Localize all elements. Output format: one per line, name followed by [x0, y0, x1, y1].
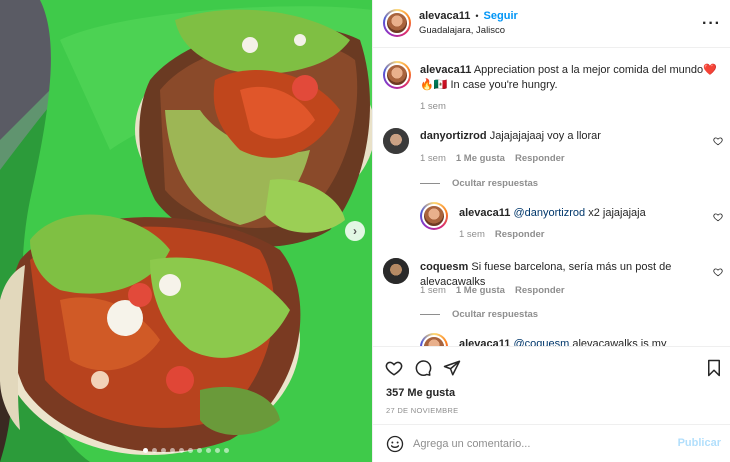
comment-icon[interactable] — [414, 359, 432, 377]
hide-replies-label: Ocultar respuestas — [452, 309, 539, 320]
carousel-dot — [143, 448, 148, 453]
caption-meta: 1 sem — [420, 101, 446, 112]
author-username[interactable]: alevaca11 — [419, 10, 470, 22]
comment-like-heart-icon[interactable] — [713, 267, 723, 277]
reply-avatar[interactable] — [420, 202, 448, 230]
caption-text: alevaca11 Appreciation post a la mejor c… — [420, 63, 720, 93]
comments-list[interactable]: alevaca11 Appreciation post a la mejor c… — [373, 49, 730, 346]
publish-button[interactable]: Publicar — [678, 437, 721, 449]
reply-avatar[interactable] — [420, 333, 448, 346]
comment-likes[interactable]: 1 Me gusta — [456, 153, 505, 164]
comment-time[interactable]: 1 sem — [420, 153, 446, 164]
post-details-panel: alevaca11 • Seguir Guadalajara, Jalisco … — [372, 0, 730, 462]
reply-username[interactable]: alevaca11 — [459, 338, 510, 346]
caption-username[interactable]: alevaca11 — [420, 64, 471, 76]
carousel-dot — [215, 448, 220, 453]
likes-count[interactable]: 357 Me gusta — [386, 387, 455, 399]
comment-meta: 1 sem 1 Me gusta Responder — [420, 285, 565, 296]
comment-time[interactable]: 1 sem — [420, 285, 446, 296]
comment-username[interactable]: coquesm — [420, 261, 468, 273]
reply-text: alevaca11 @coquesm alevacawalks is my — [459, 337, 699, 346]
reply-like-heart-icon[interactable] — [713, 212, 723, 222]
reply-body: x2 jajajajaja — [585, 207, 646, 219]
hide-replies-button[interactable]: Ocultar respuestas — [420, 178, 538, 189]
divider-line — [420, 314, 440, 315]
carousel-dot — [161, 448, 166, 453]
reply-button[interactable]: Responder — [515, 285, 565, 296]
author-avatar[interactable] — [383, 9, 411, 37]
comment-input[interactable] — [413, 436, 663, 452]
caption-avatar[interactable] — [383, 61, 411, 89]
post-location[interactable]: Guadalajara, Jalisco — [419, 25, 505, 36]
reply-body: alevacawalks is my — [569, 338, 667, 346]
post-media[interactable]: › — [0, 0, 372, 462]
carousel-dot — [224, 448, 229, 453]
reply-button[interactable]: Responder — [495, 229, 545, 240]
comment-avatar[interactable] — [383, 258, 409, 284]
carousel-dot — [179, 448, 184, 453]
carousel-indicator — [0, 448, 372, 453]
carousel-dot — [188, 448, 193, 453]
reply-mention[interactable]: @danyortizrod — [513, 207, 585, 219]
heart-icon[interactable] — [385, 359, 403, 377]
caption-time[interactable]: 1 sem — [420, 101, 446, 112]
post-actions: 357 Me gusta 27 DE NOVIEMBRE — [373, 346, 730, 424]
reply-mention[interactable]: @coquesm — [513, 338, 569, 346]
follow-button[interactable]: Seguir — [484, 10, 518, 22]
reply-text: alevaca11 @danyortizrod x2 jajajajaja — [459, 206, 699, 221]
reply-username[interactable]: alevaca11 — [459, 207, 510, 219]
separator-dot: • — [475, 11, 479, 21]
add-comment-bar: Publicar — [373, 424, 730, 462]
comment-text: danyortizrod Jajajajajaaj voy a llorar — [420, 129, 690, 144]
chevron-right-icon: › — [353, 224, 357, 238]
instagram-post: › alevaca11 • Seguir Guadalajara, Jalisc… — [0, 0, 730, 462]
reply-meta: 1 sem Responder — [459, 229, 545, 240]
post-date[interactable]: 27 DE NOVIEMBRE — [386, 406, 458, 415]
carousel-dot — [197, 448, 202, 453]
comment-body: Jajajajajaaj voy a llorar — [489, 130, 601, 142]
more-horizontal-icon[interactable]: ··· — [702, 16, 721, 32]
carousel-dot — [206, 448, 211, 453]
hide-replies-button[interactable]: Ocultar respuestas — [420, 309, 538, 320]
comment-meta: 1 sem 1 Me gusta Responder — [420, 153, 565, 164]
emoji-icon[interactable] — [386, 435, 404, 453]
comment-avatar[interactable] — [383, 128, 409, 154]
paper-plane-icon[interactable] — [443, 359, 461, 377]
carousel-next-button[interactable]: › — [345, 221, 365, 241]
hide-replies-label: Ocultar respuestas — [452, 178, 539, 189]
carousel-dot — [152, 448, 157, 453]
carousel-dot — [170, 448, 175, 453]
comment-like-heart-icon[interactable] — [713, 136, 723, 146]
reply-time[interactable]: 1 sem — [459, 229, 485, 240]
tacos-photo — [0, 0, 372, 462]
comment-likes[interactable]: 1 Me gusta — [456, 285, 505, 296]
reply-button[interactable]: Responder — [515, 153, 565, 164]
comment-username[interactable]: danyortizrod — [420, 130, 487, 142]
bookmark-icon[interactable] — [705, 359, 723, 377]
divider-line — [420, 183, 440, 184]
post-header: alevaca11 • Seguir Guadalajara, Jalisco … — [373, 0, 730, 48]
